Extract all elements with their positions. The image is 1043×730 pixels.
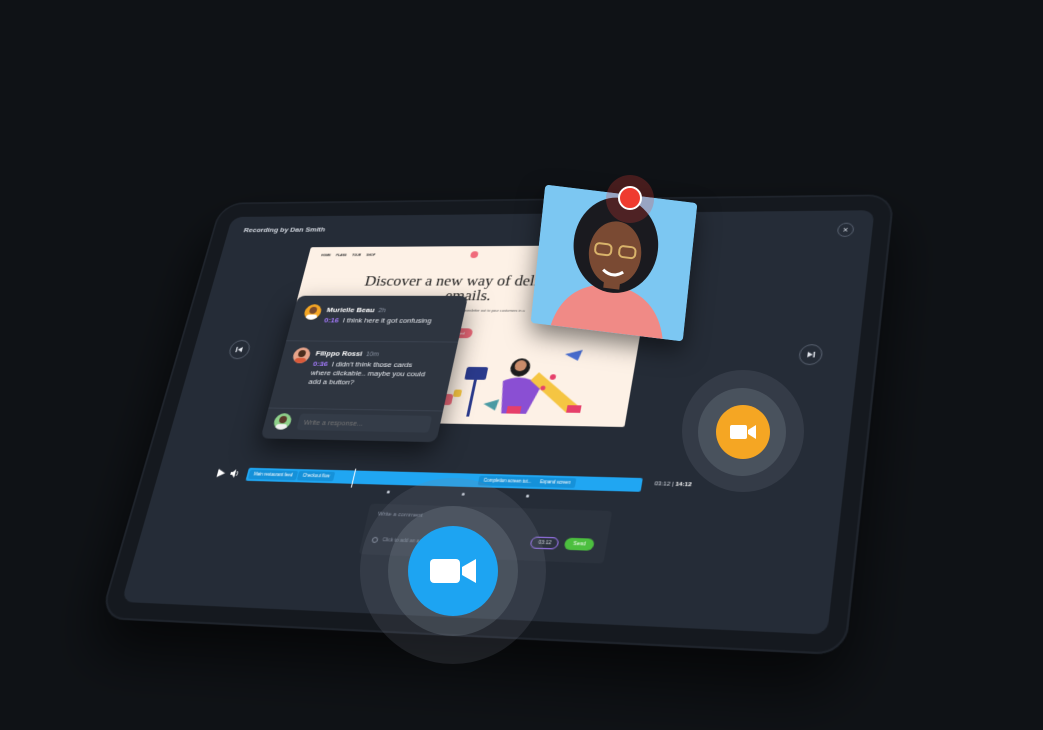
comment-timestamp[interactable]: 0:36 bbox=[312, 360, 329, 368]
site-nav-item[interactable]: HOME bbox=[321, 254, 331, 257]
recording-title: Recording by Dan Smith bbox=[243, 226, 326, 234]
comment-text: I think here it got confusing bbox=[342, 316, 433, 324]
skip-forward-icon[interactable] bbox=[798, 344, 824, 365]
close-button[interactable]: × bbox=[837, 223, 855, 237]
play-icon[interactable] bbox=[216, 469, 226, 479]
comment-item[interactable]: Filippo Rossi 10m 0:36 I didn't think th… bbox=[295, 347, 447, 348]
stage: Recording by Dan Smith × HOME PLANS TOUR… bbox=[0, 0, 1043, 730]
site-logo bbox=[470, 251, 479, 258]
total-time: 14:12 bbox=[675, 482, 692, 488]
video-camera-icon[interactable] bbox=[408, 526, 498, 616]
comment-time: 2h bbox=[377, 308, 386, 314]
send-button[interactable]: Send bbox=[564, 538, 595, 551]
chapter-chip[interactable]: Expand screen bbox=[534, 477, 577, 488]
comment-marker[interactable] bbox=[387, 491, 391, 494]
comment-marker[interactable] bbox=[526, 495, 530, 498]
site-nav: HOME PLANS TOUR SHOP bbox=[321, 253, 376, 257]
avatar bbox=[291, 347, 312, 363]
current-time: 03:12 bbox=[654, 481, 671, 487]
comment-author-name: Murielle Beau bbox=[326, 306, 376, 314]
comment-timestamp[interactable]: 0:16 bbox=[323, 316, 340, 324]
site-illustration bbox=[426, 349, 617, 425]
site-nav-item[interactable]: SHOP bbox=[366, 253, 376, 256]
site-nav-item[interactable]: TOUR bbox=[352, 254, 362, 257]
volume-icon[interactable] bbox=[229, 469, 241, 479]
playhead[interactable] bbox=[351, 469, 356, 488]
comment-divider bbox=[286, 340, 458, 342]
site-nav-item[interactable]: PLANS bbox=[336, 254, 348, 257]
skip-back-icon[interactable] bbox=[227, 340, 252, 359]
record-icon[interactable] bbox=[618, 186, 642, 210]
comment-author: Murielle Beau 2h bbox=[326, 306, 387, 314]
reply-row bbox=[272, 411, 433, 434]
avatar bbox=[303, 304, 323, 319]
video-camera-icon[interactable] bbox=[716, 405, 770, 459]
avatar bbox=[272, 413, 293, 430]
comment-body: 0:16 I think here it got confusing bbox=[323, 316, 441, 325]
chapter-chip[interactable]: Main restaurant feed bbox=[248, 470, 299, 481]
comment-time: 10m bbox=[365, 352, 379, 358]
comment-body: 0:36 I didn't think those cards where cl… bbox=[307, 360, 431, 388]
comment-author: Filippo Rossi 10m bbox=[315, 349, 380, 358]
comments-panel: Murielle Beau 2h 0:16 I think here it go… bbox=[260, 296, 468, 442]
chapter-chip[interactable]: Checkout flow bbox=[297, 471, 336, 481]
time-readout: 03:12 | 14:12 bbox=[654, 481, 692, 488]
comment-author-name: Filippo Rossi bbox=[315, 349, 363, 357]
reply-input[interactable] bbox=[296, 414, 432, 433]
